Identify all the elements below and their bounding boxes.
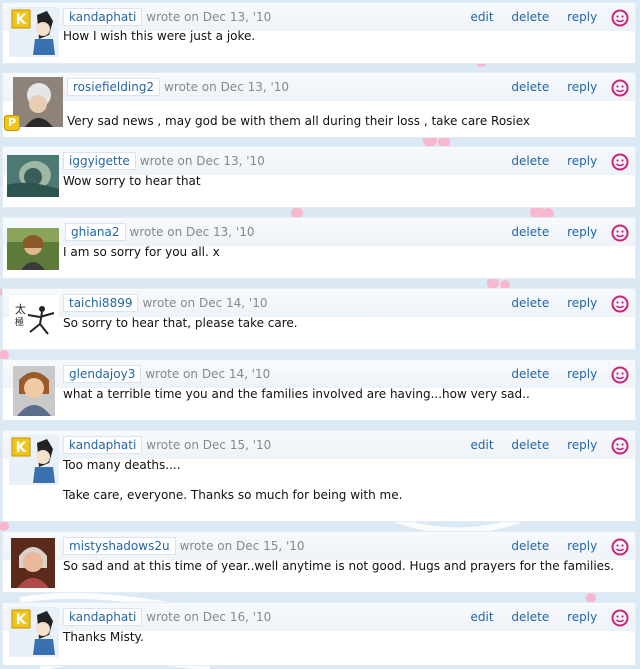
svg-text:K: K bbox=[16, 440, 28, 456]
username-link[interactable]: rosiefielding2 bbox=[67, 78, 161, 96]
comment: glendajoy3 wrote on Dec 14, '10 delete re… bbox=[2, 359, 636, 421]
comment-text: So sorry to hear that, please take care. bbox=[63, 316, 298, 330]
svg-text:K: K bbox=[16, 612, 28, 628]
comment-text: what a terrible time you and the familie… bbox=[63, 387, 530, 401]
comment-text: Wow sorry to hear that bbox=[63, 174, 201, 188]
avatar[interactable] bbox=[13, 77, 63, 127]
comment-actions: delete reply bbox=[497, 151, 629, 171]
reply-link[interactable]: reply bbox=[567, 539, 597, 553]
comment-actions: delete reply bbox=[497, 293, 629, 313]
edit-link[interactable]: edit bbox=[471, 610, 494, 624]
avatar[interactable] bbox=[11, 538, 55, 588]
reply-link[interactable]: reply bbox=[567, 367, 597, 381]
comment: 太 極 taichi8899 wrote on Dec 14, '10 delet… bbox=[2, 288, 636, 350]
comment: K kandaphati wrote on Dec 15, '10 edit de… bbox=[2, 430, 636, 522]
reply-link[interactable]: reply bbox=[567, 438, 597, 452]
reply-link[interactable]: reply bbox=[567, 154, 597, 168]
comment: iggyigette wrote on Dec 13, '10 delete re… bbox=[2, 146, 636, 208]
comment: K kandaphati wrote on Dec 16, '10 edit de… bbox=[2, 602, 636, 666]
avatar[interactable]: K bbox=[9, 435, 59, 485]
svg-text:K: K bbox=[16, 12, 28, 28]
delete-link[interactable]: delete bbox=[511, 539, 549, 553]
comment-actions: delete reply bbox=[497, 536, 629, 556]
comment-date: wrote on Dec 15, '10 bbox=[179, 539, 305, 553]
username-link[interactable]: glendajoy3 bbox=[63, 365, 142, 383]
smiley-icon[interactable] bbox=[611, 609, 629, 627]
comment-text: Take care, everyone. Thanks so much for … bbox=[63, 488, 403, 502]
avatar[interactable] bbox=[7, 228, 59, 270]
delete-link[interactable]: delete bbox=[511, 438, 549, 452]
comment-actions: delete reply bbox=[497, 222, 629, 242]
delete-link[interactable]: delete bbox=[511, 225, 549, 239]
smiley-icon[interactable] bbox=[611, 224, 629, 242]
comment-date: wrote on Dec 13, '10 bbox=[129, 225, 255, 239]
reply-link[interactable]: reply bbox=[567, 296, 597, 310]
avatar[interactable]: 太 極 bbox=[9, 295, 59, 345]
svg-text:太: 太 bbox=[15, 303, 26, 316]
reply-link[interactable]: reply bbox=[567, 610, 597, 624]
comment-actions: edit delete reply bbox=[457, 435, 629, 455]
delete-link[interactable]: delete bbox=[511, 80, 549, 94]
username-link[interactable]: ghiana2 bbox=[65, 223, 126, 241]
comment-text: So sad and at this time of year..well an… bbox=[63, 559, 615, 573]
comment-text: Thanks Misty. bbox=[63, 630, 144, 644]
premium-badge: P bbox=[4, 115, 20, 131]
username-link[interactable]: kandaphati bbox=[63, 8, 143, 26]
comment-date: wrote on Dec 14, '10 bbox=[142, 296, 268, 310]
delete-link[interactable]: delete bbox=[511, 367, 549, 381]
smiley-icon[interactable] bbox=[611, 366, 629, 384]
comment: K kandaphati wrote on Dec 13, '10 edit de… bbox=[2, 2, 636, 64]
edit-link[interactable]: edit bbox=[471, 10, 494, 24]
comment-date: wrote on Dec 14, '10 bbox=[145, 367, 271, 381]
comment-date: wrote on Dec 13, '10 bbox=[164, 80, 290, 94]
username-link[interactable]: taichi8899 bbox=[63, 294, 139, 312]
comment-actions: delete reply bbox=[497, 364, 629, 384]
delete-link[interactable]: delete bbox=[511, 154, 549, 168]
comment-actions: delete reply bbox=[497, 77, 629, 97]
avatar[interactable] bbox=[13, 366, 55, 416]
smiley-icon[interactable] bbox=[611, 295, 629, 313]
username-link[interactable]: kandaphati bbox=[63, 608, 143, 626]
comment-text: Too many deaths.... bbox=[63, 458, 181, 472]
comment: ghiana2 wrote on Dec 13, '10 delete reply… bbox=[2, 217, 636, 279]
username-link[interactable]: mistyshadows2u bbox=[63, 537, 176, 555]
smiley-icon[interactable] bbox=[611, 79, 629, 97]
smiley-icon[interactable] bbox=[611, 9, 629, 27]
comment-date: wrote on Dec 13, '10 bbox=[139, 154, 265, 168]
avatar[interactable]: K bbox=[9, 607, 59, 657]
svg-text:極: 極 bbox=[15, 316, 24, 328]
comment: P rosiefielding2 wrote on Dec 13, '10 del… bbox=[2, 72, 636, 138]
delete-link[interactable]: delete bbox=[511, 10, 549, 24]
comment-text: Very sad news , may god be with them all… bbox=[67, 114, 531, 128]
comment: mistyshadows2u wrote on Dec 15, '10 delet… bbox=[2, 531, 636, 593]
comment-actions: edit delete reply bbox=[457, 607, 629, 627]
comment-text: How I wish this were just a joke. bbox=[63, 29, 256, 43]
username-link[interactable]: kandaphati bbox=[63, 436, 143, 454]
comment-actions: edit delete reply bbox=[457, 7, 629, 27]
reply-link[interactable]: reply bbox=[567, 10, 597, 24]
delete-link[interactable]: delete bbox=[511, 296, 549, 310]
comment-date: wrote on Dec 13, '10 bbox=[146, 10, 272, 24]
reply-link[interactable]: reply bbox=[567, 225, 597, 239]
reply-link[interactable]: reply bbox=[567, 80, 597, 94]
comment-text: I am so sorry for you all. x bbox=[63, 245, 220, 259]
delete-link[interactable]: delete bbox=[511, 610, 549, 624]
smiley-icon[interactable] bbox=[611, 437, 629, 455]
smiley-icon[interactable] bbox=[611, 153, 629, 171]
username-link[interactable]: iggyigette bbox=[63, 152, 136, 170]
smiley-icon[interactable] bbox=[611, 538, 629, 556]
comment-date: wrote on Dec 16, '10 bbox=[146, 610, 272, 624]
avatar[interactable] bbox=[7, 155, 59, 197]
comment-date: wrote on Dec 15, '10 bbox=[146, 438, 272, 452]
avatar[interactable]: K bbox=[9, 7, 59, 57]
edit-link[interactable]: edit bbox=[471, 438, 494, 452]
